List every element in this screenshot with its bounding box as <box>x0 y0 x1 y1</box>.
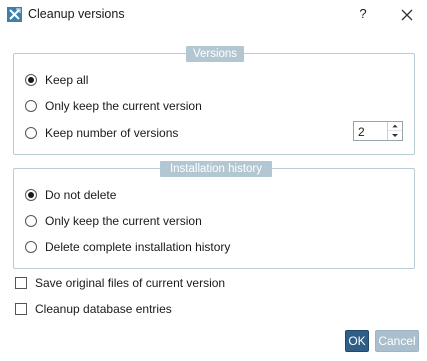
radio-label: Keep all <box>45 73 89 87</box>
versions-legend: Versions <box>186 46 244 62</box>
radio-history-only-current[interactable]: Only keep the current version <box>25 212 202 230</box>
checkbox-label: Cleanup database entries <box>35 302 172 316</box>
checkbox[interactable] <box>15 303 27 315</box>
radio-button[interactable] <box>25 127 37 139</box>
help-button[interactable]: ? <box>355 5 371 23</box>
installation-history-group: Installation history Do not delete Only … <box>13 161 415 269</box>
broom-cleanup-icon <box>7 7 22 22</box>
radio-button[interactable] <box>25 189 37 201</box>
radio-delete-complete-history[interactable]: Delete complete installation history <box>25 238 230 256</box>
ok-button[interactable]: OK <box>345 330 369 352</box>
radio-button[interactable] <box>25 74 37 86</box>
title-bar: Cleanup versions ? <box>0 0 427 30</box>
checkbox-cleanup-database[interactable]: Cleanup database entries <box>15 301 172 317</box>
radio-button[interactable] <box>25 215 37 227</box>
spinner-buttons <box>387 122 402 140</box>
version-count-spinner[interactable]: 2 <box>353 121 403 141</box>
checkbox-save-original-files[interactable]: Save original files of current version <box>15 275 225 291</box>
radio-only-current-version[interactable]: Only keep the current version <box>25 97 202 115</box>
radio-label: Do not delete <box>45 188 117 202</box>
radio-label: Delete complete installation history <box>45 240 231 254</box>
close-icon[interactable] <box>398 6 416 24</box>
radio-keep-number-of-versions[interactable]: Keep number of versions <box>25 124 178 142</box>
cancel-button[interactable]: Cancel <box>375 330 419 352</box>
checkbox[interactable] <box>15 277 27 289</box>
radio-button[interactable] <box>25 241 37 253</box>
spin-down-icon[interactable] <box>388 131 402 140</box>
spin-up-icon[interactable] <box>388 122 402 131</box>
radio-do-not-delete[interactable]: Do not delete <box>25 186 116 204</box>
radio-label: Only keep the current version <box>45 99 202 113</box>
radio-keep-all[interactable]: Keep all <box>25 71 88 89</box>
window-title: Cleanup versions <box>28 7 125 21</box>
installation-history-legend: Installation history <box>160 161 272 177</box>
checkbox-label: Save original files of current version <box>35 276 226 290</box>
version-count-value[interactable]: 2 <box>358 125 365 139</box>
radio-label: Keep number of versions <box>45 126 179 140</box>
radio-label: Only keep the current version <box>45 214 202 228</box>
radio-button[interactable] <box>25 100 37 112</box>
